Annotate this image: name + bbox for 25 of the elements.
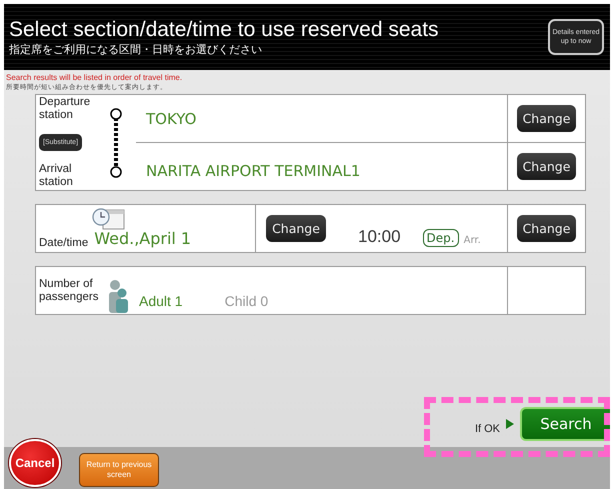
- date-value: Wed.,April 1: [94, 229, 192, 250]
- arrival-label: Arrival station: [39, 163, 74, 189]
- change-button[interactable]: Change: [516, 105, 576, 132]
- departure-station: TOKYO: [145, 110, 198, 128]
- screen-subtitle: 指定席をご利用になる区間・日時をお選びください: [9, 43, 263, 57]
- departure-label: Departure station: [39, 96, 92, 122]
- change-button[interactable]: Change: [266, 215, 326, 242]
- adult-count: Adult 1: [139, 293, 183, 309]
- if-ok-label: If OK: [474, 423, 500, 435]
- people-icon: [107, 279, 129, 313]
- passengers-label: Number of passengers: [39, 278, 100, 304]
- arrival-station: NARITA AIRPORT TERMINAL1: [145, 160, 362, 180]
- datetime-label: Date/time: [39, 237, 88, 250]
- screen-title: Select section/date/time to use reserved seats: [9, 17, 439, 43]
- child-count: Child 0: [224, 293, 268, 309]
- cancel-button[interactable]: Cancel: [9, 439, 61, 487]
- play-arrow-icon: [506, 419, 514, 429]
- mode-option[interactable]: Dep.: [422, 229, 459, 247]
- notice-text: Search results will be listed in order of travel time.: [5, 73, 184, 83]
- search-button[interactable]: Search: [520, 407, 610, 441]
- change-button[interactable]: Change: [516, 215, 576, 242]
- route-line-icon: [109, 108, 123, 178]
- clock-calendar-icon: [91, 208, 125, 230]
- time-value: 10:00: [358, 227, 401, 247]
- change-button[interactable]: Change: [516, 153, 576, 180]
